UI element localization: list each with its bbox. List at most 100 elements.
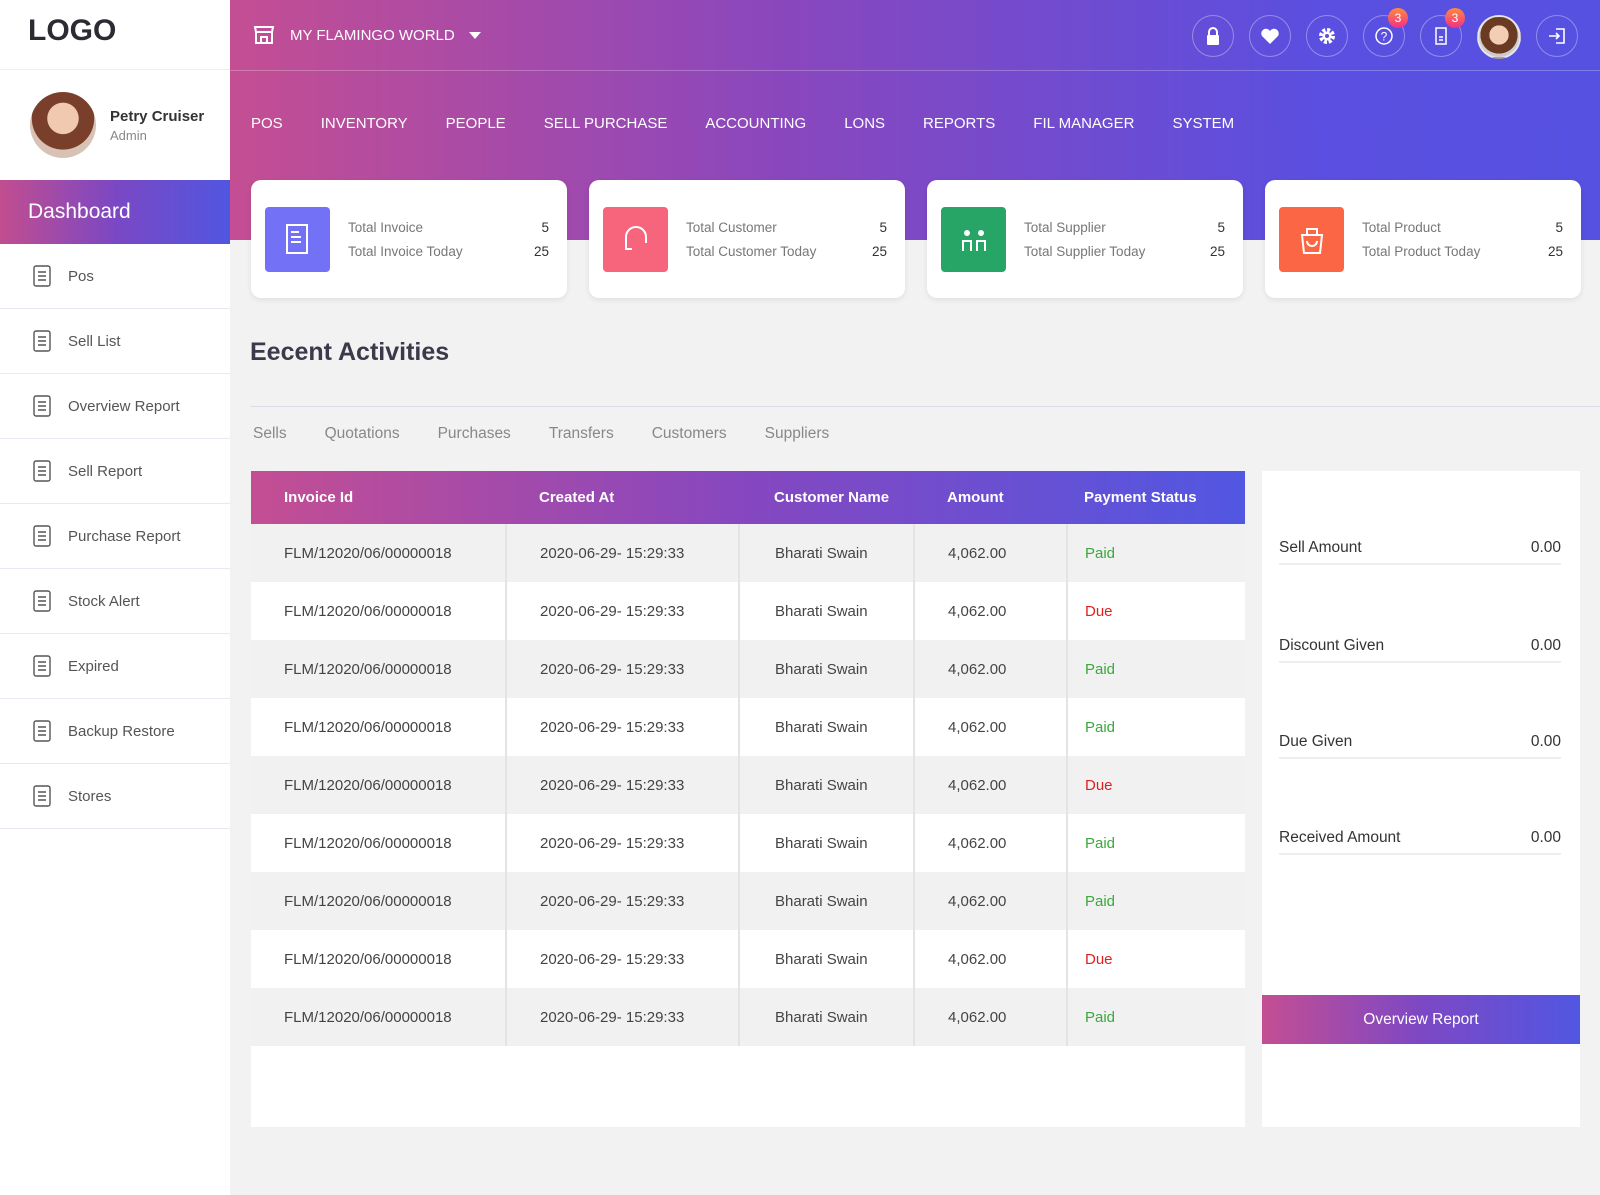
status-label: Due [1085, 776, 1113, 794]
column-header[interactable]: Invoice Id [251, 471, 506, 524]
summary-label: Due Given [1279, 733, 1353, 750]
tab-suppliers[interactable]: Suppliers [765, 425, 830, 443]
nav-lons[interactable]: LONS [844, 115, 885, 132]
table-cell: 4,062.00 [948, 602, 1007, 620]
table-cell: 2020-06-29- 15:29:33 [540, 718, 685, 736]
sidebar-item-dashboard[interactable]: Dashboard [0, 180, 230, 244]
main-nav: POS INVENTORY PEOPLE SELL PURCHASE ACCOUNTIN… [230, 71, 1600, 132]
logout-button[interactable] [1536, 15, 1578, 57]
table-cell: 2020-06-29- 15:29:33 [540, 1008, 685, 1026]
table-row[interactable]: FLM/12020/06/00000018 2020-06-29- 15:29:3… [251, 640, 1245, 698]
store-selector[interactable]: MY FLAMINGO WORLD [290, 27, 455, 44]
sidebar-item-purchase-report[interactable]: Purchase Report [0, 504, 230, 569]
nav-inventory[interactable]: INVENTORY [321, 115, 408, 132]
stat-card[interactable]: Total Product 5 Total Product Today 25 [1265, 180, 1581, 298]
lock-button[interactable] [1192, 15, 1234, 57]
summary-panel: Sell Amount 0.00 Discount Given 0.00 Due Giv… [1262, 471, 1580, 1127]
overview-report-button[interactable]: Overview Report [1262, 995, 1580, 1044]
stat-card[interactable]: Total Invoice 5 Total Invoice Today 25 [251, 180, 567, 298]
table-row[interactable]: FLM/12020/06/00000018 2020-06-29- 15:29:3… [251, 872, 1245, 930]
table-row[interactable]: FLM/12020/06/00000018 2020-06-29- 15:29:3… [251, 582, 1245, 640]
sidebar-item-expired[interactable]: Expired [0, 634, 230, 699]
table-cell: 4,062.00 [948, 834, 1007, 852]
stat-card[interactable]: Total Customer 5 Total Customer Today 25 [589, 180, 905, 298]
column-header[interactable]: Payment Status [1067, 471, 1245, 524]
sidebar-item-label: Backup Restore [68, 722, 175, 740]
table-row[interactable]: FLM/12020/06/00000018 2020-06-29- 15:29:3… [251, 814, 1245, 872]
table-cell: FLM/12020/06/00000018 [284, 718, 452, 736]
summary-label: Received Amount [1279, 829, 1401, 846]
sidebar-item-label: Purchase Report [68, 527, 181, 545]
status-label: Paid [1085, 660, 1116, 678]
table-cell: 4,062.00 [948, 718, 1007, 736]
summary-row: Received Amount 0.00 [1279, 829, 1561, 855]
supplier-meeting-icon [941, 206, 1006, 272]
chevron-down-icon[interactable] [468, 31, 481, 45]
nav-people[interactable]: PEOPLE [446, 115, 506, 132]
summary-row: Discount Given 0.00 [1279, 637, 1561, 663]
tab-customers[interactable]: Customers [652, 425, 727, 443]
lock-icon [1207, 27, 1219, 45]
cloud-backup-icon [33, 720, 51, 742]
user-avatar-button[interactable] [1477, 15, 1521, 59]
favorites-button[interactable] [1249, 15, 1291, 57]
sidebar-item-stock-alert[interactable]: Stock Alert [0, 569, 230, 634]
stat-value: 5 [541, 219, 549, 235]
tab-purchases[interactable]: Purchases [438, 425, 511, 443]
table-cell: Bharati Swain [775, 1008, 868, 1026]
table-cell: 2020-06-29- 15:29:33 [540, 892, 685, 910]
table-cell: 2020-06-29- 15:29:33 [540, 950, 685, 968]
table-row[interactable]: FLM/12020/06/00000018 2020-06-29- 15:29:3… [251, 698, 1245, 756]
column-header[interactable]: Created At [506, 471, 739, 524]
product-bag-icon [1279, 206, 1344, 272]
purchase-report-icon [33, 525, 51, 547]
tab-sells[interactable]: Sells [253, 425, 287, 443]
expired-clock-icon [33, 655, 51, 677]
status-label: Paid [1085, 718, 1116, 736]
tab-quotations[interactable]: Quotations [325, 425, 400, 443]
stat-value: 5 [1217, 219, 1225, 235]
table-cell: 4,062.00 [948, 1008, 1007, 1026]
stat-label: Total Customer [686, 219, 777, 235]
sidebar-item-pos[interactable]: Pos [0, 244, 230, 309]
table-row[interactable]: FLM/12020/06/00000018 2020-06-29- 15:29:3… [251, 930, 1245, 988]
sidebar-item-label: Pos [68, 267, 94, 285]
nav-fil-manager[interactable]: FIL MANAGER [1033, 115, 1134, 132]
table-cell: Bharati Swain [775, 718, 868, 736]
user-profile[interactable]: Petry Cruiser Admin [0, 70, 230, 180]
stat-label: Total Product Today [1362, 243, 1481, 259]
help-button[interactable]: ? 3 [1363, 8, 1408, 57]
nav-pos[interactable]: POS [251, 115, 283, 132]
table-row[interactable]: FLM/12020/06/00000018 2020-06-29- 15:29:3… [251, 988, 1245, 1046]
table-row[interactable]: FLM/12020/06/00000018 2020-06-29- 15:29:3… [251, 524, 1245, 582]
column-header[interactable]: Customer Name [739, 471, 914, 524]
warning-icon [33, 590, 51, 612]
sidebar-item-label: Stock Alert [68, 592, 140, 610]
stat-value: 5 [879, 219, 887, 235]
stat-card[interactable]: Total Supplier 5 Total Supplier Today 25 [927, 180, 1243, 298]
invoice-button[interactable]: 3 [1420, 8, 1465, 57]
tab-transfers[interactable]: Transfers [549, 425, 614, 443]
store-icon [253, 26, 275, 44]
table-row[interactable]: FLM/12020/06/00000018 2020-06-29- 15:29:3… [251, 756, 1245, 814]
table-cell: 4,062.00 [948, 892, 1007, 910]
nav-accounting[interactable]: ACCOUNTING [705, 115, 806, 132]
nav-sell-purchase[interactable]: SELL PURCHASE [544, 115, 668, 132]
table-cell: 2020-06-29- 15:29:33 [540, 776, 685, 794]
pos-terminal-icon [33, 265, 51, 287]
gear-icon [1319, 28, 1335, 44]
settings-button[interactable] [1306, 15, 1348, 57]
table-cell: 4,062.00 [948, 776, 1007, 794]
sidebar-item-stores[interactable]: Stores [0, 764, 230, 829]
sidebar: LOGO Petry Cruiser Admin Dashboard Pos Se… [0, 0, 230, 1195]
sidebar-item-label: Stores [68, 787, 112, 805]
nav-system[interactable]: SYSTEM [1172, 115, 1234, 132]
table-cell: Bharati Swain [775, 776, 868, 794]
sidebar-item-sell-report[interactable]: Sell Report [0, 439, 230, 504]
nav-reports[interactable]: REPORTS [923, 115, 995, 132]
avatar [30, 92, 96, 158]
sidebar-item-backup-restore[interactable]: Backup Restore [0, 699, 230, 764]
column-header[interactable]: Amount [914, 471, 1067, 524]
sidebar-item-overview-report[interactable]: Overview Report [0, 374, 230, 439]
sidebar-item-sell-list[interactable]: Sell List [0, 309, 230, 374]
